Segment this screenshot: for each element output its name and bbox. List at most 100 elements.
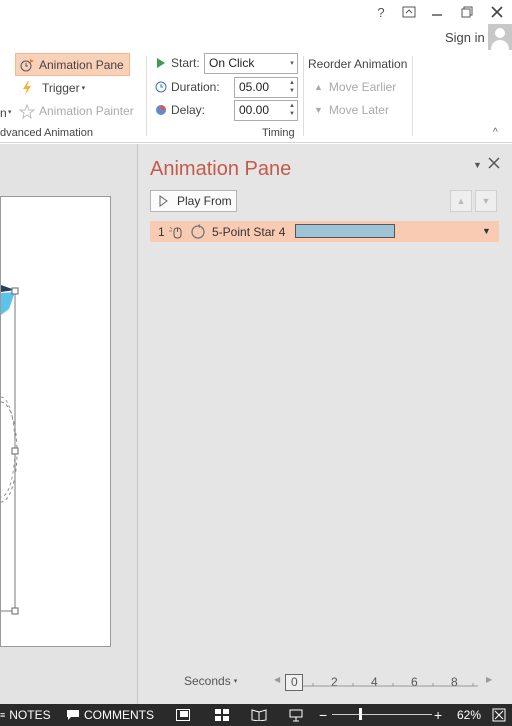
comments-button[interactable]: COMMENTS (66, 704, 154, 726)
ribbon: n ▾ Animation Pane Trigger ▾ Animation P… (0, 50, 512, 143)
start-select[interactable]: On Click ▾ (204, 53, 298, 74)
move-later-label: Move Later (328, 103, 389, 117)
chevron-down-icon[interactable]: ▼ (482, 226, 491, 236)
play-icon (159, 195, 168, 207)
animation-order-number: 1 (158, 224, 165, 239)
trigger-button[interactable]: Trigger ▾ (20, 79, 85, 97)
move-up-button[interactable]: ▲ (450, 190, 472, 212)
move-down-button[interactable]: ▼ (475, 190, 497, 212)
animation-pane: Animation Pane ▼ Play From ▲ ▼ 1 5-Point… (138, 144, 512, 704)
scroll-right-icon[interactable]: ▶ (486, 675, 492, 684)
zoom-slider-thumb[interactable] (359, 708, 362, 720)
reorder-animation-title: Reorder Animation (308, 57, 408, 71)
animation-painter-button[interactable]: Animation Painter (19, 102, 134, 120)
reading-view-icon (251, 709, 267, 721)
timing-group-label: Timing (262, 127, 295, 139)
ribbon-display-options-button[interactable] (398, 2, 420, 22)
duration-label-wrap: Duration: (155, 80, 220, 94)
triangle-down-icon: ▼ (481, 196, 491, 206)
seconds-label: Seconds (184, 674, 231, 688)
preview-button-fragment[interactable]: n (0, 106, 7, 120)
group-separator (303, 56, 304, 136)
slide-sorter-button[interactable] (212, 704, 232, 726)
sign-in-link[interactable]: Sign in (445, 30, 485, 45)
chevron-down-icon: ▾ (8, 109, 12, 116)
group-separator (146, 56, 147, 136)
duration-label: Duration: (171, 80, 220, 94)
spin-effect-icon (191, 223, 205, 239)
animation-list-item[interactable]: 1 5-Point Star 4 ▼ (150, 221, 499, 242)
spin-down-icon[interactable]: ▼ (288, 88, 296, 95)
zoom-level[interactable]: 62% (457, 704, 481, 726)
mouse-click-icon (169, 226, 182, 238)
fit-to-window-icon (492, 708, 506, 722)
fit-slide-button[interactable] (492, 704, 506, 726)
restore-button[interactable] (456, 2, 478, 22)
title-bar: ? Sign in (0, 0, 512, 50)
tick-label: 0 (291, 675, 298, 689)
slide-show-button[interactable] (286, 704, 306, 726)
delay-label-wrap: Delay: (155, 103, 205, 117)
seconds-dropdown[interactable]: Seconds ▾ (184, 674, 237, 688)
delay-icon (156, 105, 166, 115)
start-label-wrap: Start: (155, 56, 200, 70)
help-button[interactable]: ? (370, 2, 392, 22)
painter-icon (19, 103, 35, 119)
start-label: Start: (171, 56, 200, 70)
move-earlier-button[interactable]: ▲ Move Earlier (314, 80, 396, 94)
close-button[interactable] (486, 2, 508, 22)
delay-input[interactable]: 00.00 ▲ ▼ (234, 100, 298, 121)
minimize-button[interactable] (426, 2, 448, 22)
normal-view-icon (176, 709, 190, 721)
animation-item-name: 5-Point Star 4 (212, 224, 286, 239)
avatar[interactable] (488, 24, 512, 50)
help-icon: ? (377, 4, 385, 20)
duration-input[interactable]: 05.00 ▲ ▼ (234, 77, 298, 98)
chevron-down-icon: ▾ (290, 60, 294, 67)
move-later-button[interactable]: ▼ Move Later (314, 103, 389, 117)
lightning-icon (23, 81, 31, 95)
duration-value: 05.00 (239, 80, 270, 94)
slide-canvas[interactable] (0, 196, 111, 647)
notes-label: NOTES (9, 708, 51, 722)
notes-button[interactable]: ≡ NOTES (0, 704, 51, 726)
triangle-down-icon: ▼ (314, 105, 323, 115)
delay-label: Delay: (171, 103, 206, 117)
animation-pane-label: Animation Pane (39, 57, 124, 72)
animation-timing-bar[interactable] (295, 224, 395, 238)
animation-painter-label: Animation Painter (39, 104, 134, 118)
zoom-in-button[interactable]: + (434, 704, 442, 726)
trigger-label: Trigger (42, 81, 80, 95)
reading-view-button[interactable] (249, 704, 269, 726)
scroll-left-icon[interactable]: ◀ (274, 675, 280, 684)
collapse-ribbon-icon[interactable]: ^ (493, 127, 498, 138)
star-shape-selection[interactable] (1, 197, 112, 648)
spin-up-icon[interactable]: ▲ (288, 103, 296, 110)
chevron-down-icon: ▾ (81, 85, 86, 92)
normal-view-button[interactable] (172, 704, 194, 726)
comments-label: COMMENTS (84, 708, 154, 722)
timeline-ticks (303, 683, 478, 687)
triangle-up-icon: ▲ (456, 196, 466, 206)
play-from-button[interactable]: Play From (150, 190, 237, 212)
timeline-ruler: Seconds ▾ ◀ 0 2 4 6 8 ▶ (138, 671, 512, 691)
close-icon (491, 6, 503, 18)
slide-sorter-icon (215, 709, 229, 721)
chevron-down-icon: ▾ (233, 678, 238, 685)
delay-value: 00.00 (239, 103, 270, 117)
pane-title: Animation Pane (150, 158, 292, 180)
zoom-slider-track[interactable] (332, 714, 432, 715)
spin-up-icon[interactable]: ▲ (288, 80, 296, 87)
play-icon (157, 58, 165, 68)
pane-close-button[interactable] (488, 157, 500, 172)
play-from-label: Play From (177, 194, 232, 208)
clock-icon (155, 81, 167, 93)
notes-icon: ≡ (0, 710, 6, 720)
restore-icon (461, 6, 473, 18)
animation-pane-button[interactable]: Animation Pane (15, 53, 130, 76)
slide-show-icon (289, 709, 303, 721)
zoom-out-button[interactable]: − (319, 704, 327, 726)
spin-down-icon[interactable]: ▼ (288, 111, 296, 118)
triangle-up-icon: ▲ (314, 82, 323, 92)
pane-options-icon[interactable]: ▼ (473, 160, 482, 170)
